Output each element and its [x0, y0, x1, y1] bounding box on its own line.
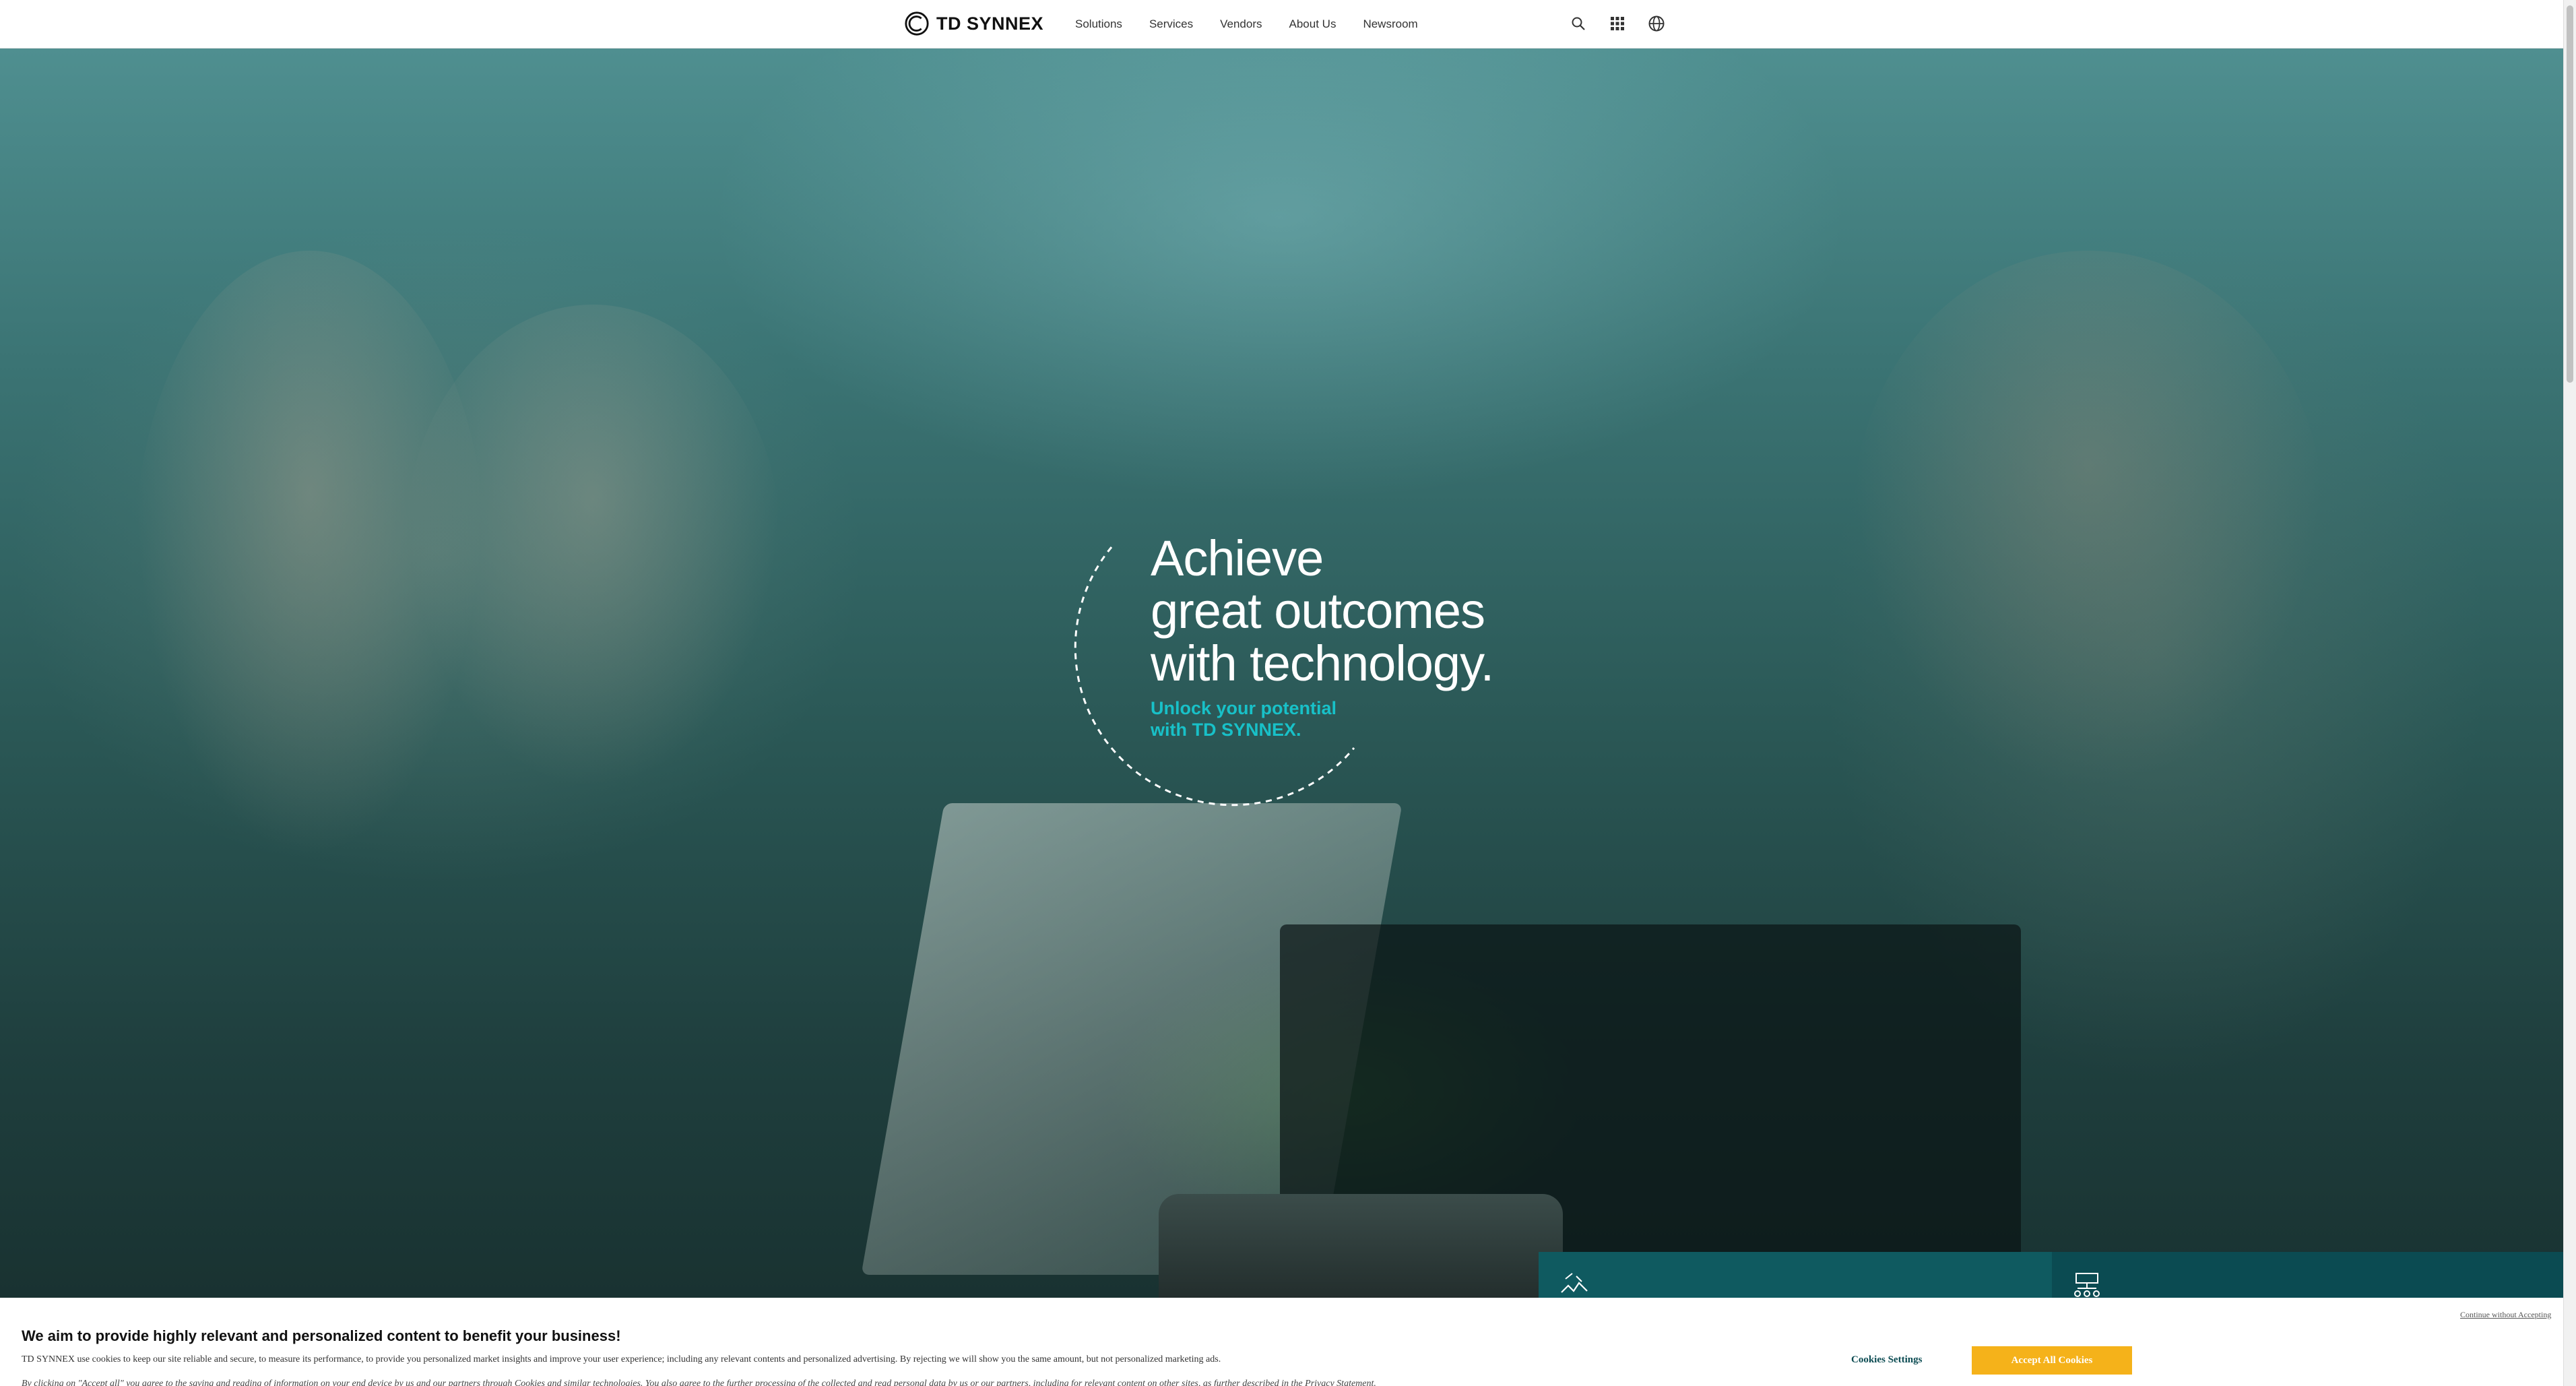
hero-title-line: Achieve: [1151, 530, 1324, 586]
page-scrollbar[interactable]: [2563, 0, 2576, 1386]
hero-subtitle: Unlock your potential with TD SYNNEX.: [1151, 697, 1337, 741]
hero-background-person: [404, 305, 781, 790]
main-nav: Solutions Services Vendors About Us News…: [1075, 0, 1418, 49]
feature-card[interactable]: [1539, 1252, 2052, 1299]
nav-solutions[interactable]: Solutions: [1075, 18, 1122, 31]
logo-text: TD SYNNEX: [936, 13, 1044, 34]
cookie-body-consent: By clicking on "Accept all" you agree to…: [22, 1379, 1376, 1386]
nav-services[interactable]: Services: [1149, 18, 1193, 31]
header-icons: [1568, 13, 1667, 34]
search-icon[interactable]: [1568, 13, 1588, 34]
cookie-body: TD SYNNEX use cookies to keep our site r…: [22, 1354, 1221, 1364]
apps-grid-icon[interactable]: [1607, 13, 1628, 34]
cookie-banner: Continue without Accepting We aim to pro…: [0, 1298, 2563, 1386]
hero-subtitle-line: Unlock your potential: [1151, 698, 1337, 718]
handshake-icon: [1561, 1273, 1588, 1293]
nav-about-us[interactable]: About Us: [1289, 18, 1337, 31]
network-server-icon: [2074, 1273, 2100, 1297]
hero-subtitle-line: with TD SYNNEX.: [1151, 720, 1301, 740]
td-synnex-logo[interactable]: TD SYNNEX: [904, 9, 1043, 38]
feature-card[interactable]: [2052, 1252, 2565, 1299]
hero-background-plant-pot: [1159, 1194, 1563, 1298]
continue-without-accepting-link[interactable]: Continue without Accepting: [2460, 1310, 2551, 1320]
hero-title: Achieve great outcomes with technology.: [1151, 530, 1494, 691]
logo-mark-icon: [905, 11, 929, 36]
scrollbar-thumb[interactable]: [2567, 5, 2573, 383]
nav-vendors[interactable]: Vendors: [1220, 18, 1262, 31]
hero-background-person: [1853, 251, 2324, 790]
globe-icon[interactable]: [1646, 13, 1667, 34]
site-header: TD SYNNEX Solutions Services Vendors Abo…: [0, 0, 2563, 49]
nav-newsroom[interactable]: Newsroom: [1363, 18, 1417, 31]
cookie-title: We aim to provide highly relevant and pe…: [22, 1327, 621, 1344]
accept-all-cookies-button[interactable]: Accept All Cookies: [1972, 1346, 2132, 1375]
cookies-settings-button[interactable]: Cookies Settings: [1851, 1354, 1922, 1366]
hero-title-line: great outcomes: [1151, 583, 1485, 639]
hero-title-line: with technology.: [1151, 635, 1494, 691]
